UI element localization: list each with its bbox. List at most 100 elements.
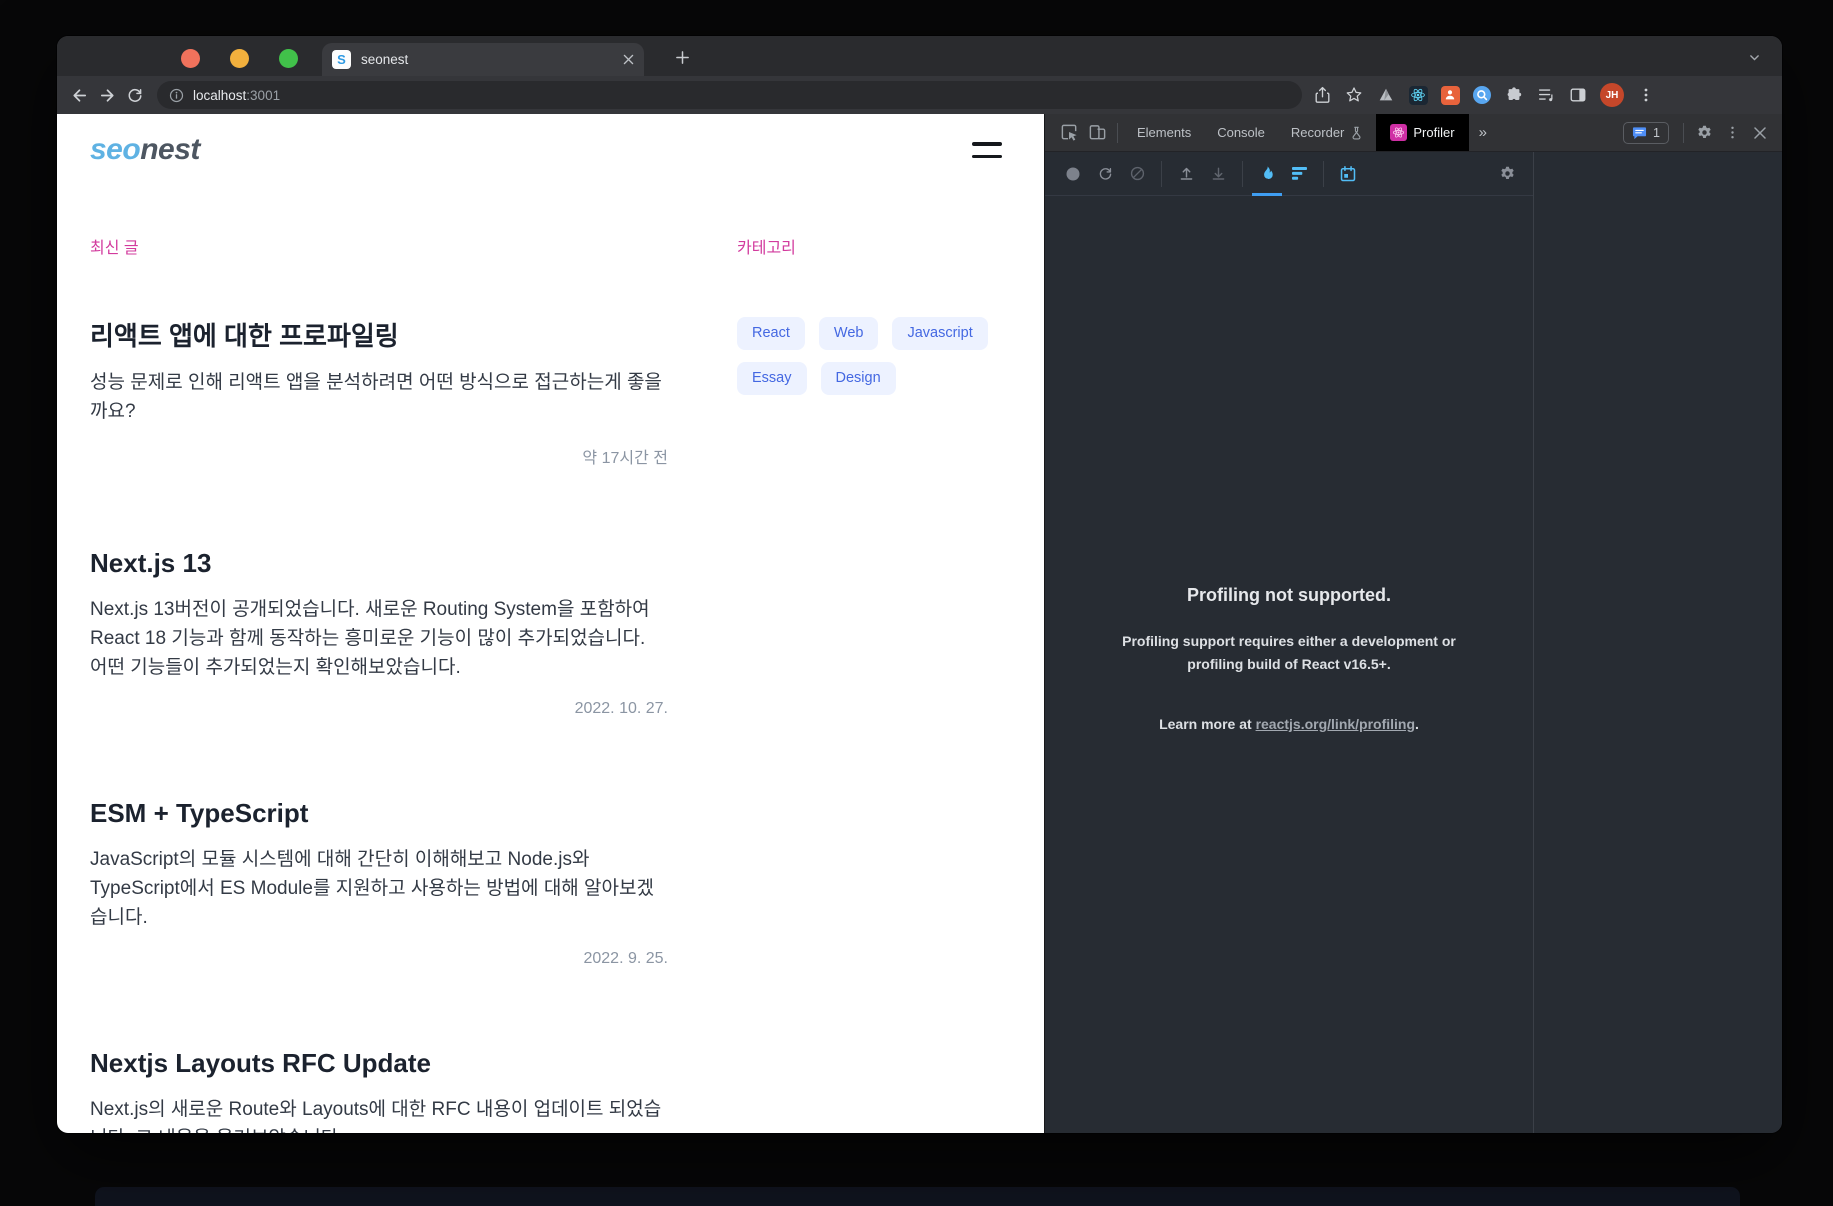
profiler-toolbar xyxy=(1045,152,1533,196)
address-bar[interactable]: localhost:3001 xyxy=(157,81,1302,109)
post-date: 약 17시간 전 xyxy=(90,444,668,468)
tab-strip: S seonest xyxy=(57,36,1782,76)
category-chip[interactable]: Web xyxy=(819,317,879,350)
desktop-background: S seonest xyxy=(0,0,1833,1206)
tab-label: Elements xyxy=(1137,125,1191,140)
gear-icon[interactable] xyxy=(1690,119,1718,147)
tab-close-icon[interactable] xyxy=(623,54,634,65)
site-logo[interactable]: seonest xyxy=(90,133,200,167)
device-toolbar-icon[interactable] xyxy=(1083,119,1111,147)
learn-more-prefix: Learn more at xyxy=(1159,716,1255,732)
tab-console[interactable]: Console xyxy=(1204,114,1278,151)
reload-icon[interactable] xyxy=(121,81,149,109)
url-host: localhost xyxy=(193,88,246,103)
flask-icon xyxy=(1350,126,1363,140)
post-date: 2022. 10. 27. xyxy=(90,700,668,718)
post-title[interactable]: 리액트 앱에 대한 프로파일링 xyxy=(90,319,668,353)
kebab-menu-icon[interactable] xyxy=(1718,119,1746,147)
site-header: seonest xyxy=(90,130,1010,170)
divider xyxy=(1242,161,1243,187)
bookmark-star-icon[interactable] xyxy=(1344,85,1364,105)
minimize-icon[interactable] xyxy=(230,49,249,68)
traffic-lights xyxy=(181,49,298,68)
categories-section: 카테고리 React Web Javascript Essay Design xyxy=(737,239,1018,1133)
browser-tab[interactable]: S seonest xyxy=(322,43,644,76)
web-page: seonest 최신 글 리액트 앱에 대한 프로파일링 성능 문제로 인해 리… xyxy=(57,114,1044,1133)
category-chip[interactable]: Design xyxy=(821,362,896,395)
message-bubble-icon xyxy=(1632,126,1647,140)
post-description: 성능 문제로 인해 리액트 앱을 분석하려면 어떤 방식으로 접근하는게 좋을까… xyxy=(90,368,668,426)
learn-more-suffix: . xyxy=(1415,716,1419,732)
tab-search-caret-icon[interactable] xyxy=(1746,49,1762,65)
profiler-main-pane: Profiling not supported. Profiling suppo… xyxy=(1045,152,1534,1133)
person-extension-icon[interactable] xyxy=(1440,85,1460,105)
issues-count-label: 1 xyxy=(1653,126,1660,140)
tab-label: Profiler xyxy=(1413,125,1454,140)
more-tabs-chevron[interactable]: » xyxy=(1469,124,1497,141)
clear-icon[interactable] xyxy=(1121,152,1153,196)
reload-profile-icon[interactable] xyxy=(1089,152,1121,196)
category-chip[interactable]: Essay xyxy=(737,362,807,395)
divider xyxy=(1683,123,1684,143)
close-icon[interactable] xyxy=(181,49,200,68)
tab-elements[interactable]: Elements xyxy=(1124,114,1204,151)
side-panel-icon[interactable] xyxy=(1568,85,1588,105)
profiling-docs-link[interactable]: reactjs.org/link/profiling xyxy=(1256,716,1415,732)
post-title[interactable]: Nextjs Layouts RFC Update xyxy=(90,1046,668,1080)
back-icon[interactable] xyxy=(65,81,93,109)
divider xyxy=(1161,161,1162,187)
tab-profiler[interactable]: Profiler xyxy=(1376,114,1468,151)
url-port: :3001 xyxy=(246,88,280,103)
record-icon[interactable] xyxy=(1057,152,1089,196)
toolbar-actions: JH xyxy=(1312,83,1656,107)
issues-counter[interactable]: 1 xyxy=(1623,122,1669,144)
inspect-element-icon[interactable] xyxy=(1055,119,1083,147)
share-icon[interactable] xyxy=(1312,85,1332,105)
category-chip[interactable]: Javascript xyxy=(892,317,987,350)
post-item: ESM + TypeScript JavaScript의 모듈 시스템에 대해 … xyxy=(90,796,668,968)
post-date: 2022. 9. 25. xyxy=(90,950,668,968)
zoom-icon[interactable] xyxy=(279,49,298,68)
profiler-details-pane xyxy=(1534,152,1782,1133)
react-devtools-extension-icon[interactable] xyxy=(1408,85,1428,105)
latest-posts-section: 최신 글 리액트 앱에 대한 프로파일링 성능 문제로 인해 리액트 앱을 분석… xyxy=(90,239,668,1133)
profiler-message-title: Profiling not supported. xyxy=(1103,585,1475,606)
close-icon[interactable] xyxy=(1746,119,1774,147)
browser-toolbar: localhost:3001 xyxy=(57,76,1782,114)
post-title[interactable]: Next.js 13 xyxy=(90,546,668,580)
timeline-icon[interactable] xyxy=(1332,152,1364,196)
forward-icon[interactable] xyxy=(93,81,121,109)
profiler-message: Profiling not supported. Profiling suppo… xyxy=(1045,196,1533,1133)
puzzle-extensions-icon[interactable] xyxy=(1504,85,1524,105)
post-description: JavaScript의 모듈 시스템에 대해 간단히 이해해보고 Node.js… xyxy=(90,845,668,932)
gear-icon[interactable] xyxy=(1491,152,1523,196)
tab-recorder[interactable]: Recorder xyxy=(1278,114,1376,151)
categories-label: 카테고리 xyxy=(737,239,1018,259)
tab-label: Recorder xyxy=(1291,125,1344,140)
post-item: Next.js 13 Next.js 13버전이 공개되었습니다. 새로운 Ro… xyxy=(90,546,668,718)
menu-icon[interactable] xyxy=(972,137,1002,163)
ranked-chart-icon[interactable] xyxy=(1283,152,1315,196)
category-chip-list: React Web Javascript Essay Design xyxy=(737,317,1018,395)
latest-posts-label: 최신 글 xyxy=(90,239,668,259)
post-title[interactable]: ESM + TypeScript xyxy=(90,796,668,830)
new-tab-button[interactable] xyxy=(669,44,695,70)
reading-list-icon[interactable] xyxy=(1536,85,1556,105)
profiler-learn-more: Learn more at reactjs.org/link/profiling… xyxy=(1103,716,1475,732)
category-chip[interactable]: React xyxy=(737,317,805,350)
post-item: Nextjs Layouts RFC Update Next.js의 새로운 R… xyxy=(90,1046,668,1133)
url-text: localhost:3001 xyxy=(193,88,280,103)
flamegraph-icon[interactable] xyxy=(1251,152,1283,196)
devtools-tab-bar: Elements Console Recorder Profiler » xyxy=(1045,114,1782,152)
info-icon[interactable] xyxy=(169,88,184,103)
divider xyxy=(1117,123,1118,143)
profile-avatar[interactable]: JH xyxy=(1600,83,1624,107)
kebab-menu-icon[interactable] xyxy=(1636,85,1656,105)
post-description: Next.js 13버전이 공개되었습니다. 새로운 Routing Syste… xyxy=(90,595,668,682)
tab-label: Console xyxy=(1217,125,1265,140)
download-icon[interactable] xyxy=(1202,152,1234,196)
post-item: 리액트 앱에 대한 프로파일링 성능 문제로 인해 리액트 앱을 분석하려면 어… xyxy=(90,319,668,468)
q-search-extension-icon[interactable] xyxy=(1472,85,1492,105)
upload-icon[interactable] xyxy=(1170,152,1202,196)
origami-extension-icon[interactable] xyxy=(1376,85,1396,105)
